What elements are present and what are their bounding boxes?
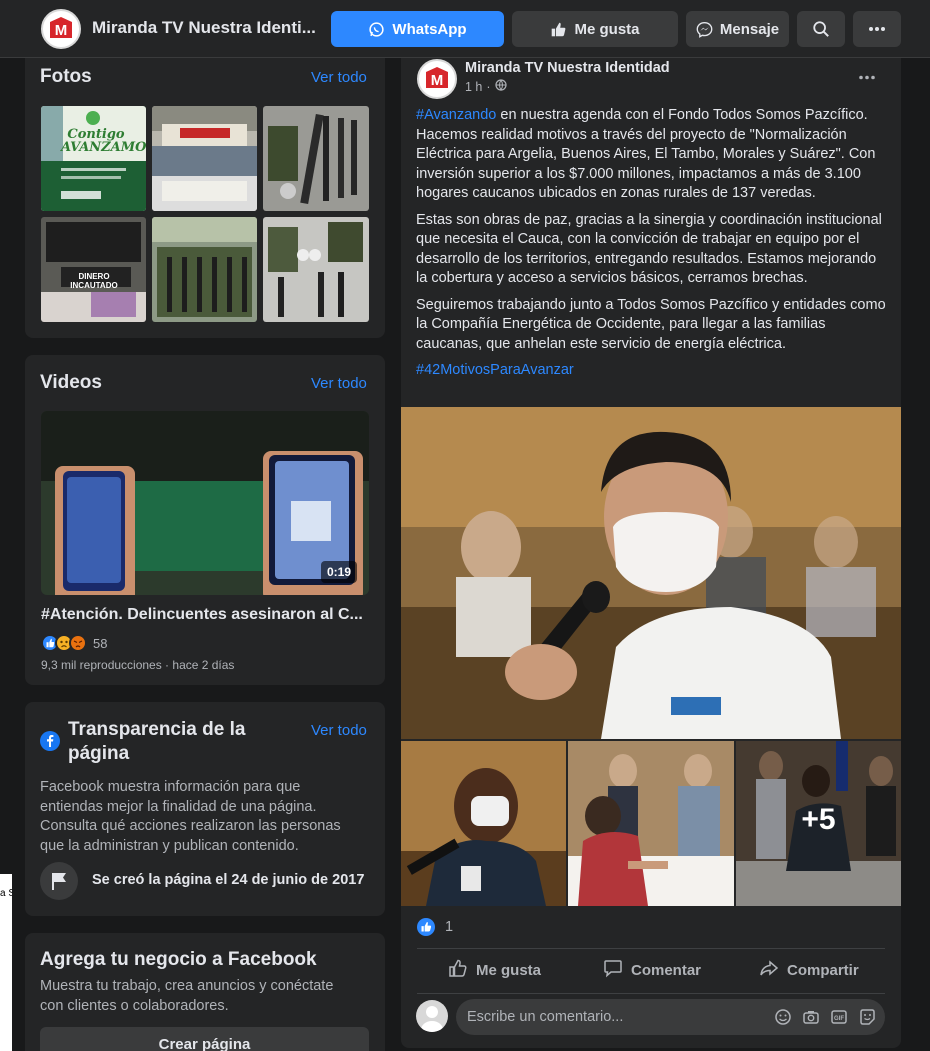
page-name[interactable]: Miranda TV Nuestra Identi... xyxy=(92,18,316,38)
post-paragraph-3: Seguiremos trabajando junto a Todos Somo… xyxy=(416,296,886,352)
post-photo-4-more[interactable]: +5 xyxy=(736,741,901,906)
messenger-icon xyxy=(696,21,713,38)
commenter-avatar[interactable] xyxy=(416,1000,448,1032)
post-like-label: Me gusta xyxy=(476,961,542,979)
globe-icon xyxy=(494,79,507,94)
photos-card: Fotos Ver todo Contigo AVANZAMOS xyxy=(25,58,385,338)
videos-card: Videos Ver todo 0:19 #Atención. Delincue… xyxy=(25,355,385,685)
video-duration: 0:19 xyxy=(320,561,357,583)
more-options-button[interactable] xyxy=(853,11,901,47)
svg-text:M: M xyxy=(55,22,68,39)
video-title[interactable]: #Atención. Delincuentes asesinaron al C.… xyxy=(41,606,363,624)
add-business-body: Muestra tu trabajo, crea anuncios y coné… xyxy=(40,978,334,1014)
photo-thumbnail-1-text: Contigo AVANZAMOS xyxy=(61,127,146,155)
divider xyxy=(417,993,885,994)
post-photo-3[interactable] xyxy=(568,741,734,906)
emoji-icon[interactable] xyxy=(774,1008,792,1031)
post-main-photo[interactable] xyxy=(401,407,901,739)
transparency-card: Transparencia de la página Ver todo Face… xyxy=(25,702,385,916)
page-creation-date: Se creó la página el 24 de junio de 2017 xyxy=(92,872,365,888)
comment-icon xyxy=(603,958,623,982)
left-edge-text: a S xyxy=(0,888,12,899)
whatsapp-label: WhatsApp xyxy=(392,20,467,38)
sticker-icon[interactable] xyxy=(858,1008,876,1031)
transparency-see-all-link[interactable]: Ver todo xyxy=(311,722,367,739)
gif-icon[interactable]: GIF xyxy=(830,1008,848,1031)
svg-text:GIF: GIF xyxy=(834,1016,844,1022)
photo-thumbnail-5[interactable] xyxy=(152,217,257,322)
post-share-label: Compartir xyxy=(787,961,859,979)
post-paragraph-2: Estas son obras de paz, gracias a la sin… xyxy=(416,211,882,287)
photo-thumbnail-4-text: DINERO INCAUTADO xyxy=(70,272,118,290)
flag-icon xyxy=(40,862,78,900)
photo-thumbnail-2[interactable] xyxy=(152,106,257,211)
like-page-button[interactable]: Me gusta xyxy=(512,11,678,47)
post-reactions-summary[interactable]: 1 xyxy=(417,918,453,936)
hashtag-42-motivos[interactable]: #42MotivosParaAvanzar xyxy=(416,362,574,378)
thumbs-up-icon xyxy=(550,21,567,38)
photo-thumbnail-3[interactable] xyxy=(263,106,369,211)
photo-thumbnail-1[interactable]: Contigo AVANZAMOS xyxy=(41,106,146,211)
comment-input-placeholder: Escribe un comentario... xyxy=(467,1009,624,1025)
photos-title: Fotos xyxy=(40,66,92,87)
comment-input-field[interactable]: Escribe un comentario... GIF xyxy=(456,999,885,1035)
facebook-icon xyxy=(40,731,60,751)
thumbs-up-icon xyxy=(448,958,468,982)
post-timestamp[interactable]: 1 h · xyxy=(465,79,507,94)
post-time: 1 h xyxy=(465,79,483,94)
video-reaction-count: 58 xyxy=(93,635,108,651)
left-edge-panel xyxy=(0,914,12,1051)
post-like-count: 1 xyxy=(445,919,454,935)
hashtag-avanzando[interactable]: #Avanzando xyxy=(416,107,496,123)
search-icon xyxy=(812,20,830,38)
post-comment-label: Comentar xyxy=(631,961,702,979)
transparency-title: Transparencia de la página xyxy=(68,719,246,764)
message-label: Mensaje xyxy=(719,20,780,38)
post-body: #Avanzando en nuestra agenda con el Fond… xyxy=(416,106,886,388)
divider xyxy=(417,948,885,949)
search-button[interactable] xyxy=(797,11,845,47)
like-reaction-icon xyxy=(417,918,435,936)
videos-see-all-link[interactable]: Ver todo xyxy=(311,375,367,392)
camera-icon[interactable] xyxy=(802,1008,820,1031)
photos-see-all-link[interactable]: Ver todo xyxy=(311,69,367,86)
more-horizontal-icon xyxy=(858,67,876,85)
whatsapp-button[interactable]: WhatsApp xyxy=(331,11,504,47)
more-photos-count: +5 xyxy=(801,803,836,836)
add-business-card: Agrega tu negocio a Facebook Muestra tu … xyxy=(25,933,385,1051)
post-options-button[interactable] xyxy=(853,66,881,86)
post-comment-button[interactable]: Comentar xyxy=(603,953,701,987)
add-business-title: Agrega tu negocio a Facebook xyxy=(40,949,317,970)
create-page-button[interactable]: Crear página xyxy=(40,1027,369,1051)
video-thumbnail[interactable]: 0:19 xyxy=(41,411,369,595)
share-icon xyxy=(759,958,779,982)
post-paragraph-1: #Avanzando en nuestra agenda con el Fond… xyxy=(416,107,876,201)
page-header-bar: M Miranda TV Nuestra Identi... WhatsApp … xyxy=(0,0,930,58)
post-card: M Miranda TV Nuestra Identidad 1 h · #Av… xyxy=(401,58,901,1048)
video-reactions[interactable]: 58 xyxy=(41,634,107,652)
whatsapp-icon xyxy=(368,21,385,38)
angry-reaction-icon xyxy=(69,634,87,652)
photo-thumbnail-4[interactable]: DINERO INCAUTADO xyxy=(41,217,146,322)
svg-text:M: M xyxy=(431,72,444,89)
post-author-name[interactable]: Miranda TV Nuestra Identidad xyxy=(465,60,670,76)
message-button[interactable]: Mensaje xyxy=(686,11,789,47)
photo-thumbnail-6[interactable] xyxy=(263,217,369,322)
page-avatar[interactable]: M xyxy=(41,9,81,49)
post-photo-2[interactable] xyxy=(401,741,566,906)
transparency-body: Facebook muestra información para que en… xyxy=(40,779,341,854)
post-author-avatar[interactable]: M xyxy=(417,59,457,99)
like-page-label: Me gusta xyxy=(574,20,640,38)
left-edge-fragment: a S xyxy=(0,874,12,914)
post-like-button[interactable]: Me gusta xyxy=(448,953,541,987)
post-share-button[interactable]: Compartir xyxy=(759,953,859,987)
videos-title: Videos xyxy=(40,372,102,393)
more-horizontal-icon xyxy=(868,26,886,32)
video-meta: 9,3 mil reproducciones · hace 2 días xyxy=(41,658,235,672)
